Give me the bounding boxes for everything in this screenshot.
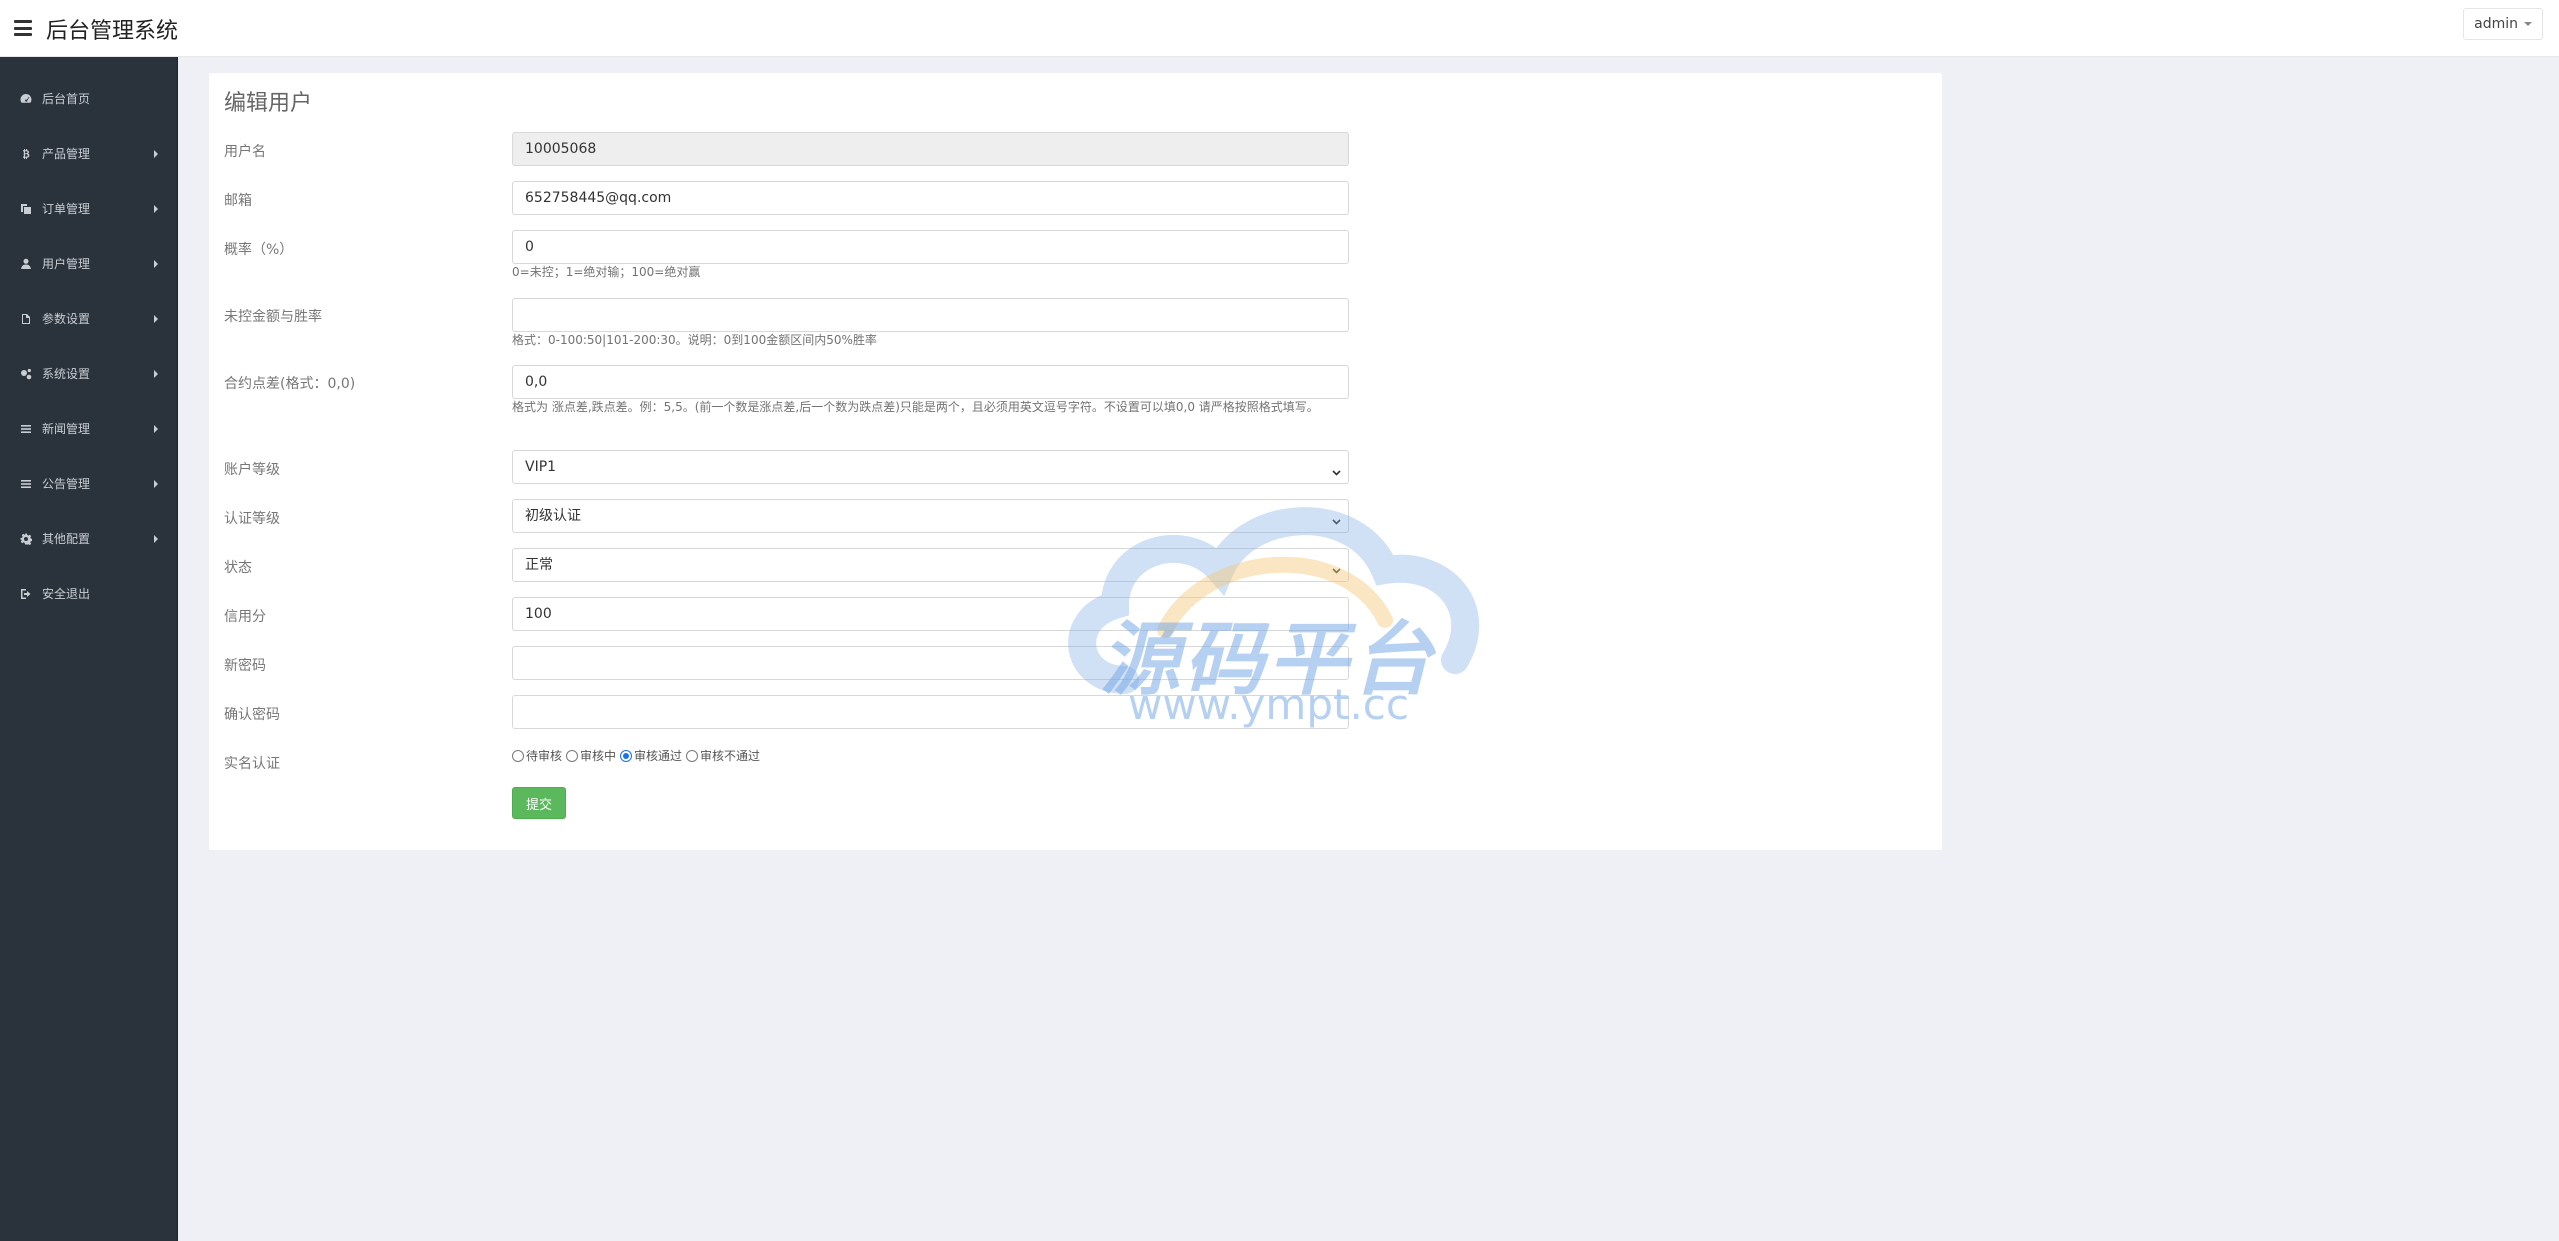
- caret-right-icon: [154, 260, 158, 268]
- caret-right-icon: [154, 150, 158, 158]
- gear-icon: [20, 533, 32, 545]
- dashboard-icon: [20, 93, 32, 105]
- radio-label: 审核不通过: [700, 749, 761, 763]
- caret-down-icon: [2524, 22, 2532, 26]
- sidebar-item-label: 公告管理: [42, 477, 91, 491]
- username-label: admin: [2474, 16, 2518, 32]
- sidebar-item-system[interactable]: 系统设置: [0, 346, 177, 401]
- spread-label: 合约点差(格式：0,0): [224, 376, 356, 392]
- sidebar-item-params[interactable]: 参数设置: [0, 291, 177, 346]
- user-icon: [20, 258, 32, 270]
- rate-label: 概率（%）: [224, 242, 294, 258]
- top-header: 后台管理系统 admin: [0, 0, 2559, 57]
- confirm-password-label: 确认密码: [224, 707, 280, 723]
- caret-right-icon: [154, 370, 158, 378]
- radio-reviewing[interactable]: 审核中: [566, 747, 616, 764]
- account-level-label: 账户等级: [224, 462, 280, 478]
- email-label: 邮箱: [224, 193, 252, 209]
- page-title: 编辑用户: [224, 91, 313, 116]
- auth-level-select[interactable]: 初级认证: [512, 499, 1349, 533]
- gears-icon: [20, 368, 32, 380]
- radio-approved[interactable]: 审核通过: [620, 747, 682, 764]
- radio-label: 审核通过: [634, 749, 683, 763]
- sidebar: 后台首页 产品管理 订单管理 用户管理 参数设置 系统设置 新闻管理 公告管理 …: [0, 57, 178, 1241]
- confirm-password-input[interactable]: [512, 695, 1349, 729]
- radio-pending[interactable]: 待审核: [512, 747, 562, 764]
- uncontrolled-label: 未控金额与胜率: [224, 309, 322, 325]
- sidebar-item-label: 参数设置: [42, 312, 91, 326]
- realname-radio-group: 待审核 审核中 审核通过 审核不通过: [512, 747, 764, 764]
- radio-circle: [620, 749, 633, 762]
- email-input[interactable]: [512, 181, 1349, 215]
- sidebar-item-label: 订单管理: [42, 202, 91, 216]
- spread-input[interactable]: [512, 365, 1349, 399]
- sidebar-item-label: 安全退出: [42, 587, 91, 601]
- sidebar-item-label: 系统设置: [42, 367, 91, 381]
- sidebar-item-label: 新闻管理: [42, 422, 91, 436]
- radio-rejected[interactable]: 审核不通过: [686, 747, 760, 764]
- sidebar-item-orders[interactable]: 订单管理: [0, 181, 177, 236]
- copy-icon: [20, 203, 32, 215]
- radio-circle: [512, 749, 524, 762]
- credit-input[interactable]: [512, 597, 1349, 631]
- sidebar-item-label: 用户管理: [42, 257, 91, 271]
- caret-right-icon: [154, 205, 158, 213]
- caret-right-icon: [154, 315, 158, 323]
- sidebar-item-users[interactable]: 用户管理: [0, 236, 177, 291]
- bitcoin-icon: [20, 148, 32, 160]
- realname-label: 实名认证: [224, 756, 280, 772]
- caret-right-icon: [154, 535, 158, 543]
- account-level-select-wrap: VIP1: [512, 450, 1349, 484]
- radio-circle: [566, 749, 579, 762]
- username-input[interactable]: [512, 132, 1349, 166]
- menu-toggle-icon[interactable]: [14, 20, 32, 36]
- spread-help: 格式为 涨点差,跌点差。例：5,5。(前一个数是涨点差,后一个数为跌点差)只能是…: [512, 400, 1319, 414]
- uncontrolled-help: 格式：0-100:50|101-200:30。说明：0到100金额区间内50%胜…: [512, 333, 877, 347]
- user-dropdown[interactable]: admin: [2463, 8, 2543, 40]
- caret-right-icon: [154, 480, 158, 488]
- list-icon: [20, 423, 32, 435]
- new-password-label: 新密码: [224, 658, 266, 674]
- edit-user-card: 编辑用户 用户名 邮箱 概率（%） 0=未控；1=绝对输；100=绝对赢 未控金…: [209, 73, 1942, 850]
- sidebar-item-home[interactable]: 后台首页: [0, 71, 177, 126]
- username-label: 用户名: [224, 144, 266, 160]
- file-icon: [20, 313, 32, 325]
- credit-label: 信用分: [224, 609, 266, 625]
- status-select-wrap: 正常: [512, 548, 1349, 582]
- account-level-select[interactable]: VIP1: [512, 450, 1349, 484]
- submit-button[interactable]: 提交: [512, 787, 566, 819]
- list-icon: [20, 478, 32, 490]
- rate-help: 0=未控；1=绝对输；100=绝对赢: [512, 265, 701, 279]
- app-title: 后台管理系统: [46, 19, 179, 44]
- sidebar-item-label: 后台首页: [42, 92, 91, 106]
- status-label: 状态: [224, 560, 252, 576]
- sidebar-item-label: 其他配置: [42, 532, 91, 546]
- sidebar-item-news[interactable]: 新闻管理: [0, 401, 177, 456]
- radio-label: 审核中: [580, 749, 617, 763]
- new-password-input[interactable]: [512, 646, 1349, 680]
- caret-right-icon: [154, 425, 158, 433]
- uncontrolled-input[interactable]: [512, 298, 1349, 332]
- sidebar-item-products[interactable]: 产品管理: [0, 126, 177, 181]
- sidebar-item-announcements[interactable]: 公告管理: [0, 456, 177, 511]
- sidebar-item-other-config[interactable]: 其他配置: [0, 511, 177, 566]
- rate-input[interactable]: [512, 230, 1349, 264]
- auth-level-select-wrap: 初级认证: [512, 499, 1349, 533]
- status-select[interactable]: 正常: [512, 548, 1349, 582]
- sign-out-icon: [20, 588, 32, 600]
- radio-circle: [686, 749, 699, 762]
- auth-level-label: 认证等级: [224, 511, 280, 527]
- sidebar-item-label: 产品管理: [42, 147, 91, 161]
- sidebar-item-logout[interactable]: 安全退出: [0, 566, 177, 621]
- radio-label: 待审核: [526, 749, 563, 763]
